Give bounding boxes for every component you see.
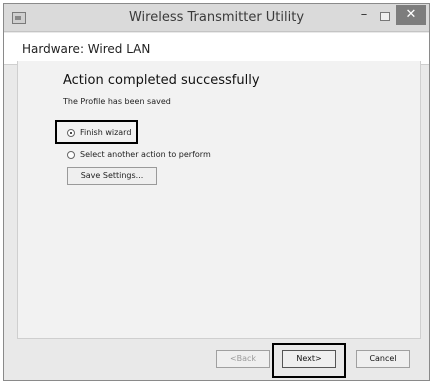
back-button[interactable]: <Back	[216, 350, 270, 368]
cancel-button[interactable]: Cancel	[356, 350, 410, 368]
maximize-icon[interactable]	[380, 12, 390, 21]
header-title: Hardware: Wired LAN	[22, 42, 151, 56]
minimize-icon[interactable]: –	[356, 8, 372, 24]
radio-unchecked-icon[interactable]	[67, 150, 75, 159]
finish-wizard-highlight	[55, 120, 138, 144]
next-button-highlight	[272, 343, 346, 378]
page-subtitle: The Profile has been saved	[63, 97, 171, 106]
close-icon[interactable]: ✕	[396, 5, 426, 25]
select-another-action-option[interactable]: Select another action to perform	[67, 150, 211, 159]
select-another-action-label: Select another action to perform	[80, 150, 211, 159]
title-bar[interactable]: Wireless Transmitter Utility – ✕	[4, 4, 429, 32]
page-title: Action completed successfully	[63, 73, 260, 88]
save-settings-button[interactable]: Save Settings...	[67, 167, 157, 185]
